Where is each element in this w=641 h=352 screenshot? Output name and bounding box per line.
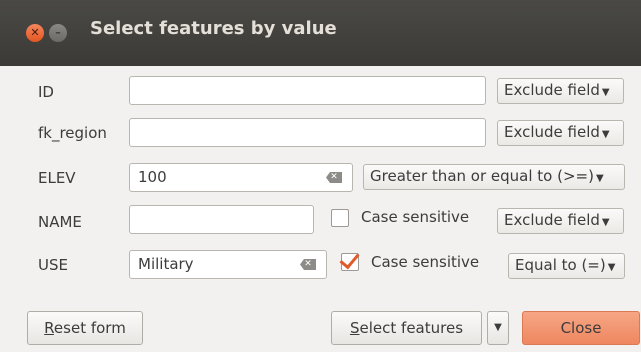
chevron-down-icon: ▼ [595,173,604,184]
minimize-window-icon[interactable]: – [49,24,67,42]
field-label-fk-region: fk_region [38,124,107,142]
elev-input-value: 100 [138,168,167,186]
chevron-down-icon: ▼ [601,129,610,140]
select-features-accelerator: S [349,319,360,337]
select-features-button[interactable]: Select features [331,311,482,345]
chevron-down-icon: ▼ [494,322,502,333]
chevron-down-icon: ▼ [607,262,616,273]
select-options-dropdown-button[interactable]: ▼ [487,311,509,345]
reset-form-button[interactable]: Reset form [27,311,143,345]
name-mode-select[interactable]: Exclude field ▼ [497,208,624,234]
fk-region-mode-value: Exclude field [504,123,600,141]
use-input-value: Military [138,255,194,273]
elev-mode-select[interactable]: Greater than or equal to (>=) ▼ [363,164,625,190]
field-label-elev: ELEV [38,169,76,187]
reset-form-label: eset form [53,319,126,337]
id-mode-value: Exclude field [504,81,600,99]
select-features-label: elect features [359,319,464,337]
use-mode-select[interactable]: Equal to (=) ▼ [508,253,625,279]
fk-region-mode-select[interactable]: Exclude field ▼ [497,120,624,146]
id-input[interactable] [129,76,486,105]
clear-text-icon[interactable]: ✕ [300,259,316,270]
use-case-sensitive-checkbox[interactable] [341,253,359,271]
elev-mode-value: Greater than or equal to (>=) [370,167,594,185]
window-title: Select features by value [90,18,337,39]
use-case-sensitive-label: Case sensitive [371,253,480,271]
field-label-use: USE [38,256,68,274]
fk-region-input[interactable] [129,118,486,147]
close-button[interactable]: Close [522,311,640,345]
elev-input[interactable]: 100 ✕ [129,163,353,192]
close-window-icon[interactable]: ✕ [26,24,44,42]
reset-form-accelerator: R [44,319,54,337]
name-case-sensitive-checkbox[interactable] [331,209,349,227]
chevron-down-icon: ▼ [601,217,610,228]
chevron-down-icon: ▼ [601,87,610,98]
use-input[interactable]: Military ✕ [129,250,327,279]
name-mode-value: Exclude field [504,211,600,229]
name-input[interactable] [129,205,314,234]
field-label-id: ID [38,83,54,101]
title-bar: ✕ – Select features by value [0,0,641,66]
clear-text-icon[interactable]: ✕ [326,172,342,183]
use-mode-value: Equal to (=) [515,256,606,274]
id-mode-select[interactable]: Exclude field ▼ [497,78,624,104]
name-case-sensitive-label: Case sensitive [361,208,470,226]
field-label-name: NAME [38,213,82,231]
